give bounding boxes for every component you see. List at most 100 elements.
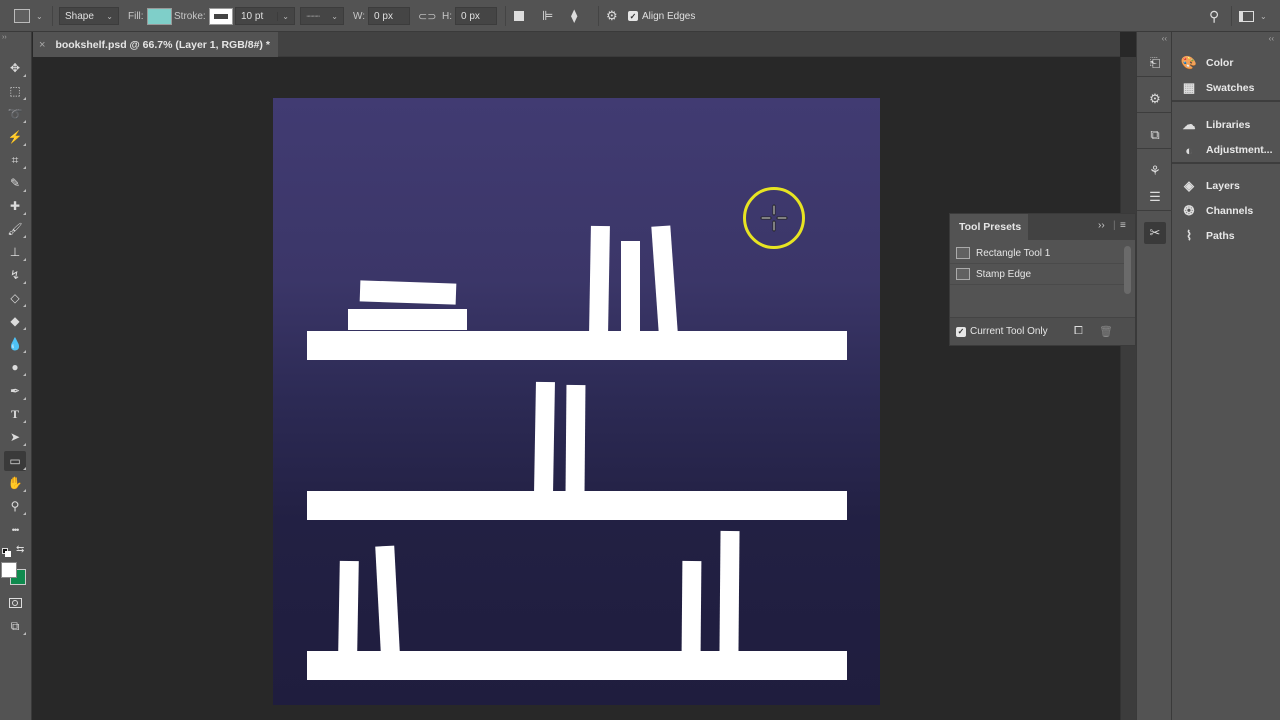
- current-tool-only-checkbox[interactable]: ✓ Current Tool Only: [950, 326, 1048, 337]
- tool-group-indicator: [23, 327, 26, 330]
- panel-tab-layers[interactable]: ◈ Layers: [1180, 176, 1240, 196]
- stroke-width-field[interactable]: 10 pt ⌄: [235, 7, 295, 25]
- link-icon[interactable]: ⊂⊃: [418, 0, 436, 32]
- history-brush-tool[interactable]: ↯: [4, 265, 26, 285]
- stroke-type-select[interactable]: ·········· ⌄: [300, 7, 344, 25]
- preset-list-item[interactable]: Stamp Edge: [950, 264, 1124, 285]
- tool-group-indicator: [23, 489, 26, 492]
- vertical-scrollbar[interactable]: [1120, 57, 1136, 720]
- fill-color-swatch[interactable]: [146, 7, 172, 25]
- panel-group-divider: [1172, 100, 1280, 102]
- gear-icon: ⚙: [606, 8, 618, 23]
- path-selection-tool[interactable]: ➤: [4, 427, 26, 447]
- quick-mask-button[interactable]: [4, 593, 26, 613]
- color-palette-icon: 🎨: [1180, 55, 1198, 70]
- panel-menu-icon[interactable]: ≡: [1120, 220, 1126, 231]
- tool-presets-tab[interactable]: Tool Presets: [950, 214, 1028, 240]
- clone-stamp-tool[interactable]: ⊥: [4, 242, 26, 262]
- tool-group-indicator: [23, 235, 26, 238]
- book-lying-top: [359, 280, 457, 305]
- delete-preset-icon[interactable]: 🗑: [1099, 325, 1113, 338]
- panel-tab-paths[interactable]: ⌇ Paths: [1180, 226, 1235, 246]
- pen-tool[interactable]: ✒: [4, 381, 26, 401]
- crop-tool[interactable]: ⌗: [4, 150, 26, 170]
- stroke-color-swatch[interactable]: [208, 7, 233, 25]
- stroke-label: Stroke:: [174, 10, 206, 22]
- panel-tab-adjustment[interactable]: ◐ Adjustment...: [1180, 140, 1273, 160]
- eraser-tool[interactable]: ◇: [4, 288, 26, 308]
- tool-preset-picker[interactable]: ⌄: [14, 0, 43, 32]
- preset-list-item[interactable]: Rectangle Tool 1: [950, 243, 1124, 264]
- panel-tab-label: Layers: [1206, 180, 1240, 192]
- move-tool[interactable]: ✥: [4, 58, 26, 78]
- paths-icon: ⌇: [1185, 228, 1193, 243]
- panel-tab-color[interactable]: 🎨 Color: [1180, 53, 1234, 73]
- collapse-panels-button[interactable]: ‹‹: [1172, 32, 1280, 44]
- workspace-switcher[interactable]: ⌄: [1239, 0, 1267, 32]
- tool-group-indicator: [23, 373, 26, 376]
- path-alignment-button[interactable]: ⊫: [542, 0, 553, 32]
- panel-group-divider: [1137, 76, 1173, 77]
- magic-wand-tool[interactable]: ⚡: [4, 127, 26, 147]
- edit-toolbar-button[interactable]: •••: [4, 520, 26, 540]
- default-colors-icon[interactable]: [2, 548, 11, 557]
- blur-tool[interactable]: 💧: [4, 334, 26, 354]
- tool-mode-select[interactable]: Shape ⌄: [59, 7, 119, 25]
- rectangle-tool[interactable]: ▭: [4, 451, 26, 471]
- brushes-panel-button[interactable]: ⚘: [1144, 160, 1166, 182]
- type-tool[interactable]: T: [4, 404, 26, 424]
- lasso-tool[interactable]: ➰: [4, 104, 26, 124]
- panel-tab-label: Adjustment...: [1206, 144, 1273, 156]
- options-bar: ⌄ Shape ⌄ Fill: Stroke: 10 pt ⌄ ········…: [0, 0, 1280, 32]
- eyedropper-tool[interactable]: ✎: [4, 173, 26, 193]
- width-input[interactable]: 0 px: [368, 7, 411, 25]
- toolbar-collapse-icon[interactable]: ››: [0, 32, 31, 41]
- foreground-color-swatch[interactable]: [1, 562, 17, 578]
- hand-tool[interactable]: ✋: [4, 473, 26, 493]
- presets-scrollbar[interactable]: [1124, 246, 1131, 294]
- settings-button[interactable]: ⚙: [606, 0, 618, 32]
- panel-tab-label: Color: [1206, 57, 1234, 69]
- align-edges-checkbox[interactable]: ✓ Align Edges: [628, 0, 695, 32]
- search-button[interactable]: ⚲: [1209, 0, 1219, 32]
- path-operations-icon: [514, 11, 524, 21]
- checkbox-checked-icon: ✓: [628, 11, 638, 21]
- brush-settings-panel-button[interactable]: ☰: [1144, 186, 1166, 208]
- zoom-tool[interactable]: ⚲: [4, 496, 26, 516]
- swap-colors-icon[interactable]: ⇆: [16, 544, 24, 555]
- brush-tool[interactable]: 🖌: [4, 219, 26, 239]
- move-icon: ✥: [9, 61, 21, 75]
- screen-mode-button[interactable]: ⧉: [4, 616, 26, 636]
- path-arrangement-button[interactable]: ⧫: [571, 0, 577, 32]
- pen-icon: ✒: [9, 384, 21, 398]
- glyphs-panel-button[interactable]: ⧉: [1144, 124, 1166, 146]
- collapse-panel-icon[interactable]: ››: [1098, 220, 1105, 231]
- marquee-tool[interactable]: ⬚: [4, 81, 26, 101]
- collapse-icons-button[interactable]: ‹‹: [1137, 32, 1173, 44]
- hand-icon: ✋: [7, 476, 23, 490]
- tool-group-indicator: [23, 397, 26, 400]
- history-panel-button[interactable]: ⎗: [1144, 52, 1166, 74]
- dodge-tool[interactable]: ●: [4, 357, 26, 377]
- book-lying-bottom: [348, 309, 467, 330]
- healing-brush-tool[interactable]: ✚: [4, 196, 26, 216]
- chevron-down-icon: ⌄: [106, 11, 113, 21]
- document-canvas[interactable]: [273, 98, 880, 705]
- tool-group-indicator: [23, 120, 26, 123]
- properties-panel-button[interactable]: ⚙: [1144, 88, 1166, 110]
- path-operations-button[interactable]: [514, 0, 524, 32]
- document-tab[interactable]: × bookshelf.psd @ 66.7% (Layer 1, RGB/8#…: [33, 32, 278, 57]
- current-tool-only-label: Current Tool Only: [970, 326, 1048, 337]
- new-preset-icon[interactable]: ⧠: [1074, 325, 1083, 338]
- tools-panel-button[interactable]: ✂: [1144, 222, 1166, 244]
- chevron-down-icon: ⌄: [331, 11, 338, 21]
- close-tab-icon[interactable]: ×: [39, 39, 45, 51]
- chevron-down-icon: ⌄: [277, 11, 289, 21]
- width-value: 0 px: [374, 10, 393, 22]
- panel-tab-libraries[interactable]: ☁ Libraries: [1180, 115, 1251, 135]
- height-input[interactable]: 0 px: [455, 7, 497, 25]
- book-standing: [719, 530, 740, 653]
- panel-tab-swatches[interactable]: ▦ Swatches: [1180, 78, 1255, 98]
- panel-tab-channels[interactable]: ❂ Channels: [1180, 201, 1254, 221]
- paint-bucket-tool[interactable]: ◆: [4, 311, 26, 331]
